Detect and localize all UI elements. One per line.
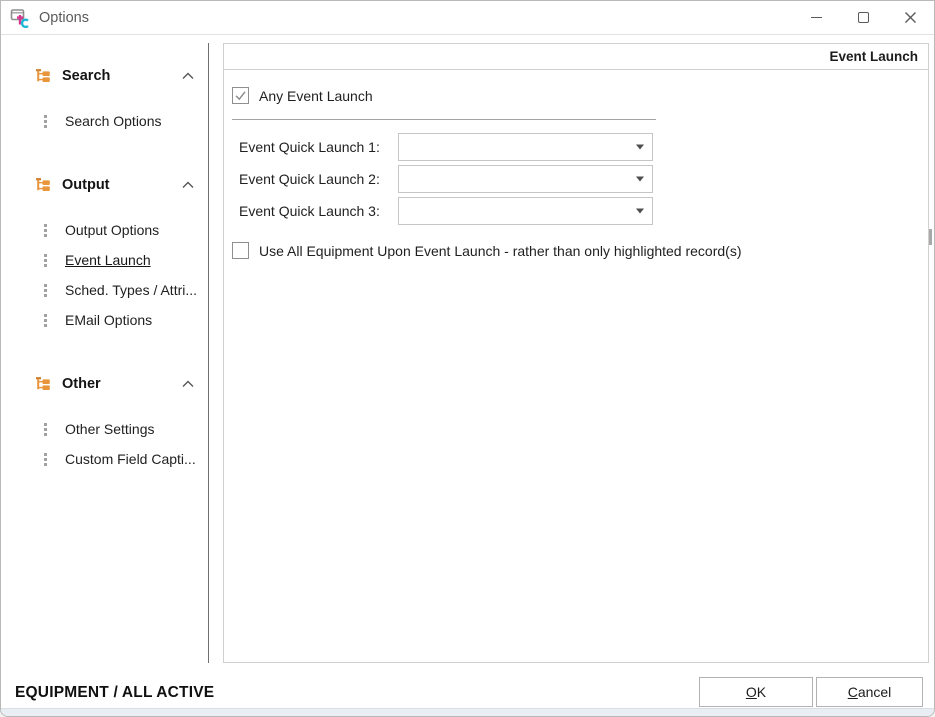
sidebar-item-sched-types-attributes[interactable]: Sched. Types / Attri... — [2, 275, 207, 305]
sidebar-item-email-options[interactable]: EMail Options — [2, 305, 207, 335]
dots-icon — [44, 254, 48, 267]
status-text: EQUIPMENT / ALL ACTIVE — [15, 684, 214, 702]
any-event-launch-row: Any Event Launch — [232, 87, 928, 104]
options-dialog: Options Search — [0, 0, 935, 717]
ok-button[interactable]: OK — [699, 677, 813, 707]
cancel-button[interactable]: Cancel — [816, 677, 923, 707]
quick-launch-1-combobox[interactable] — [398, 133, 653, 161]
sidebar-group-search[interactable]: Search — [2, 62, 207, 90]
event-launch-panel: Event Launch Any Event Launch Event Quic… — [223, 43, 929, 663]
pane-splitter — [208, 43, 209, 663]
use-all-equipment-row: Use All Equipment Upon Event Launch - ra… — [232, 242, 928, 259]
quick-launch-2-combobox[interactable] — [398, 165, 653, 193]
quick-launch-form: Event Quick Launch 1: Event Quick Launch… — [232, 133, 928, 225]
sidebar-item-label: Other Settings — [65, 421, 155, 437]
chevron-up-icon — [182, 72, 194, 80]
sidebar-item-search-options[interactable]: Search Options — [2, 106, 207, 136]
sidebar-item-label: Sched. Types / Attri... — [65, 282, 197, 298]
chevron-up-icon — [182, 181, 194, 189]
sidebar-item-output-options[interactable]: Output Options — [2, 215, 207, 245]
panel-header: Event Launch — [224, 44, 928, 70]
dots-icon — [44, 284, 48, 297]
tree-icon — [35, 177, 51, 193]
maximize-icon — [858, 12, 869, 23]
dots-icon — [44, 224, 48, 237]
tree-icon — [35, 376, 51, 392]
any-event-launch-checkbox[interactable] — [232, 87, 249, 104]
sidebar-item-label: EMail Options — [65, 312, 152, 328]
scrollbar-thumb[interactable] — [929, 229, 932, 245]
minimize-icon — [811, 17, 822, 18]
sidebar-item-label: Output Options — [65, 222, 159, 238]
sidebar-item-label: Custom Field Capti... — [65, 451, 196, 467]
any-event-launch-label: Any Event Launch — [259, 88, 373, 104]
quick-launch-3-label: Event Quick Launch 3: — [239, 203, 398, 219]
sidebar-group-output[interactable]: Output — [2, 171, 207, 199]
quick-launch-1-label: Event Quick Launch 1: — [239, 139, 398, 155]
window-controls — [793, 1, 934, 34]
quick-launch-row-2: Event Quick Launch 2: — [239, 165, 928, 193]
sidebar: Search Search Options Output Out — [2, 36, 207, 660]
dropdown-arrow-icon — [636, 209, 644, 214]
sidebar-group-label: Search — [62, 68, 110, 84]
bottom-strip — [1, 708, 934, 716]
quick-launch-row-1: Event Quick Launch 1: — [239, 133, 928, 161]
close-button[interactable] — [887, 1, 934, 34]
dots-icon — [44, 453, 48, 466]
sidebar-group-other[interactable]: Other — [2, 370, 207, 398]
sidebar-group-label: Output — [62, 177, 110, 193]
panel-body: Any Event Launch Event Quick Launch 1: E… — [224, 87, 928, 259]
use-all-equipment-checkbox[interactable] — [232, 242, 249, 259]
close-icon — [904, 11, 917, 24]
maximize-button[interactable] — [840, 1, 887, 34]
quick-launch-row-3: Event Quick Launch 3: — [239, 197, 928, 225]
dots-icon — [44, 115, 48, 128]
separator-line — [232, 119, 656, 120]
sidebar-item-label: Search Options — [65, 113, 162, 129]
sidebar-item-event-launch[interactable]: Event Launch — [2, 245, 207, 275]
sidebar-item-label: Event Launch — [65, 252, 151, 268]
sidebar-item-other-settings[interactable]: Other Settings — [2, 414, 207, 444]
app-logo-icon — [10, 8, 30, 28]
minimize-button[interactable] — [793, 1, 840, 34]
quick-launch-2-label: Event Quick Launch 2: — [239, 171, 398, 187]
checkmark-icon — [234, 89, 247, 102]
dropdown-arrow-icon — [636, 177, 644, 182]
tree-icon — [35, 68, 51, 84]
use-all-equipment-label: Use All Equipment Upon Event Launch - ra… — [259, 243, 742, 259]
quick-launch-3-combobox[interactable] — [398, 197, 653, 225]
ok-button-label: OK — [700, 678, 812, 706]
sidebar-item-custom-field-captions[interactable]: Custom Field Capti... — [2, 444, 207, 474]
sidebar-group-label: Other — [62, 376, 101, 392]
dropdown-arrow-icon — [636, 145, 644, 150]
window-title: Options — [39, 10, 89, 26]
chevron-up-icon — [182, 380, 194, 388]
dots-icon — [44, 423, 48, 436]
panel-title: Event Launch — [829, 49, 918, 64]
title-bar: Options — [1, 1, 934, 35]
dots-icon — [44, 314, 48, 327]
cancel-button-label: Cancel — [817, 678, 922, 706]
